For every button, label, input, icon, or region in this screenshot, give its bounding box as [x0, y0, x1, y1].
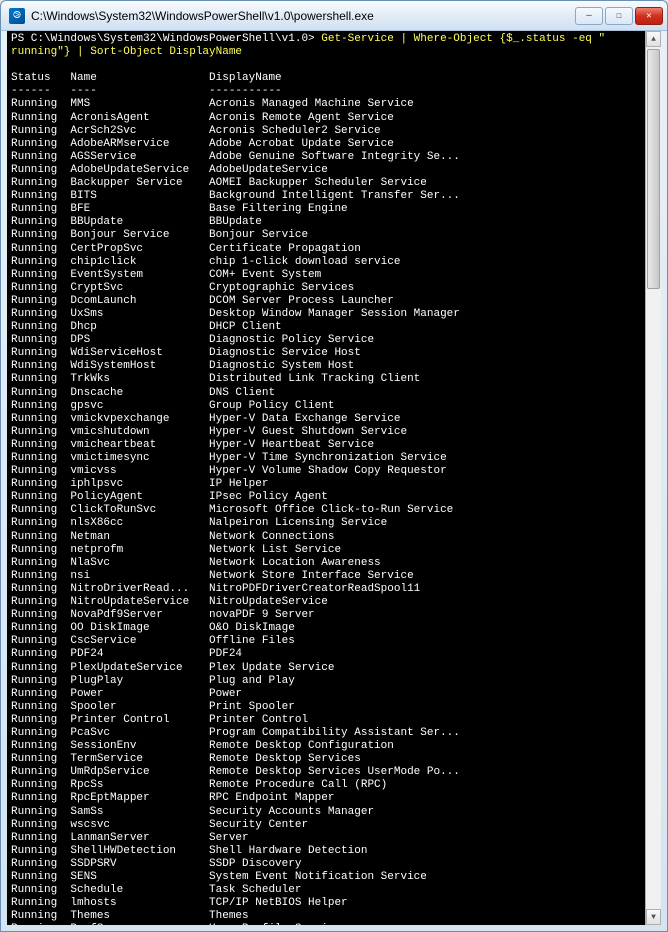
service-row: Running NovaPdf9Server novaPDF 9 Server [11, 609, 641, 622]
service-row: Running AdobeARMservice Adobe Acrobat Up… [11, 138, 641, 151]
service-row: Running CryptSvc Cryptographic Services [11, 282, 641, 295]
service-row: Running MMS Acronis Managed Machine Serv… [11, 98, 641, 111]
service-row: Running TrkWks Distributed Link Tracking… [11, 373, 641, 386]
vertical-scrollbar[interactable]: ▲ ▼ [645, 31, 661, 925]
service-row: Running BFE Base Filtering Engine [11, 203, 641, 216]
service-row: Running PlexUpdateService Plex Update Se… [11, 662, 641, 675]
service-row: Running WdiSystemHost Diagnostic System … [11, 360, 641, 373]
service-row: Running Printer Control Printer Control [11, 714, 641, 727]
table-header: Status Name DisplayName [11, 72, 641, 85]
service-row: Running Dnscache DNS Client [11, 387, 641, 400]
service-row: Running UmRdpService Remote Desktop Serv… [11, 766, 641, 779]
service-row: Running chip1click chip 1-click download… [11, 256, 641, 269]
service-row: Running ProfSvc User Profile Service [11, 923, 641, 925]
console-area[interactable]: PS C:\Windows\System32\WindowsPowerShell… [7, 31, 661, 925]
service-row: Running AGSService Adobe Genuine Softwar… [11, 151, 641, 164]
service-row: Running nlsX86cc Nalpeiron Licensing Ser… [11, 517, 641, 530]
scroll-thumb[interactable] [647, 49, 660, 289]
service-row: Running CertPropSvc Certificate Propagat… [11, 243, 641, 256]
service-row: Running PlugPlay Plug and Play [11, 675, 641, 688]
maximize-button[interactable]: ☐ [605, 7, 633, 25]
service-row: Running SamSs Security Accounts Manager [11, 806, 641, 819]
service-row: Running ShellHWDetection Shell Hardware … [11, 845, 641, 858]
service-row: Running ClickToRunSvc Microsoft Office C… [11, 504, 641, 517]
service-row: Running RpcSs Remote Procedure Call (RPC… [11, 779, 641, 792]
service-row: Running Backupper Service AOMEI Backuppe… [11, 177, 641, 190]
service-row: Running BBUpdate BBUpdate [11, 216, 641, 229]
service-row: Running vmickvpexchange Hyper-V Data Exc… [11, 413, 641, 426]
console-content[interactable]: PS C:\Windows\System32\WindowsPowerShell… [7, 31, 645, 925]
service-row: Running wscsvc Security Center [11, 819, 641, 832]
service-row: Running DPS Diagnostic Policy Service [11, 334, 641, 347]
service-row: Running RpcEptMapper RPC Endpoint Mapper [11, 792, 641, 805]
service-row: Running Schedule Task Scheduler [11, 884, 641, 897]
window-title: C:\Windows\System32\WindowsPowerShell\v1… [31, 9, 575, 23]
service-row: Running AcronisAgent Acronis Remote Agen… [11, 112, 641, 125]
service-row: Running vmicshutdown Hyper-V Guest Shutd… [11, 426, 641, 439]
service-row: Running SessionEnv Remote Desktop Config… [11, 740, 641, 753]
service-row: Running gpsvc Group Policy Client [11, 400, 641, 413]
service-row: Running Dhcp DHCP Client [11, 321, 641, 334]
service-row: Running CscService Offline Files [11, 635, 641, 648]
service-row: Running Spooler Print Spooler [11, 701, 641, 714]
close-button[interactable]: ✕ [635, 7, 663, 25]
service-row: Running Bonjour Service Bonjour Service [11, 229, 641, 242]
service-row: Running TermService Remote Desktop Servi… [11, 753, 641, 766]
service-row: Running Themes Themes [11, 910, 641, 923]
service-row: Running NitroDriverRead... NitroPDFDrive… [11, 583, 641, 596]
service-row: Running BITS Background Intelligent Tran… [11, 190, 641, 203]
service-row: Running PolicyAgent IPsec Policy Agent [11, 491, 641, 504]
service-row: Running Power Power [11, 688, 641, 701]
service-row: Running netprofm Network List Service [11, 544, 641, 557]
service-row: Running PcaSvc Program Compatibility Ass… [11, 727, 641, 740]
service-row: Running LanmanServer Server [11, 832, 641, 845]
service-row: Running vmictimesync Hyper-V Time Synchr… [11, 452, 641, 465]
service-row: Running UxSms Desktop Window Manager Ses… [11, 308, 641, 321]
titlebar[interactable]: ⧁ C:\Windows\System32\WindowsPowerShell\… [1, 1, 667, 31]
powershell-icon: ⧁ [9, 8, 25, 24]
service-row: Running EventSystem COM+ Event System [11, 269, 641, 282]
service-row: Running SSDPSRV SSDP Discovery [11, 858, 641, 871]
prompt-line: PS C:\Windows\System32\WindowsPowerShell… [11, 33, 641, 46]
service-row: Running vmicvss Hyper-V Volume Shadow Co… [11, 465, 641, 478]
minimize-button[interactable]: ─ [575, 7, 603, 25]
service-row: Running Netman Network Connections [11, 531, 641, 544]
table-divider: ------ ---- ----------- [11, 85, 641, 98]
service-row: Running AcrSch2Svc Acronis Scheduler2 Se… [11, 125, 641, 138]
service-row: Running WdiServiceHost Diagnostic Servic… [11, 347, 641, 360]
service-row: Running vmicheartbeat Hyper-V Heartbeat … [11, 439, 641, 452]
service-row: Running nsi Network Store Interface Serv… [11, 570, 641, 583]
service-row: Running lmhosts TCP/IP NetBIOS Helper [11, 897, 641, 910]
service-row: Running SENS System Event Notification S… [11, 871, 641, 884]
service-row: Running PDF24 PDF24 [11, 648, 641, 661]
service-row: Running AdobeUpdateService AdobeUpdateSe… [11, 164, 641, 177]
blank-line [11, 59, 641, 72]
prompt-line-wrap: running"} | Sort-Object DisplayName [11, 46, 641, 59]
service-row: Running DcomLaunch DCOM Server Process L… [11, 295, 641, 308]
service-row: Running NlaSvc Network Location Awarenes… [11, 557, 641, 570]
scroll-up-button[interactable]: ▲ [646, 31, 661, 47]
window-buttons: ─ ☐ ✕ [575, 7, 663, 25]
service-row: Running OO DiskImage O&O DiskImage [11, 622, 641, 635]
service-row: Running NitroUpdateService NitroUpdateSe… [11, 596, 641, 609]
scroll-down-button[interactable]: ▼ [646, 909, 661, 925]
service-row: Running iphlpsvc IP Helper [11, 478, 641, 491]
powershell-window: ⧁ C:\Windows\System32\WindowsPowerShell\… [0, 0, 668, 932]
